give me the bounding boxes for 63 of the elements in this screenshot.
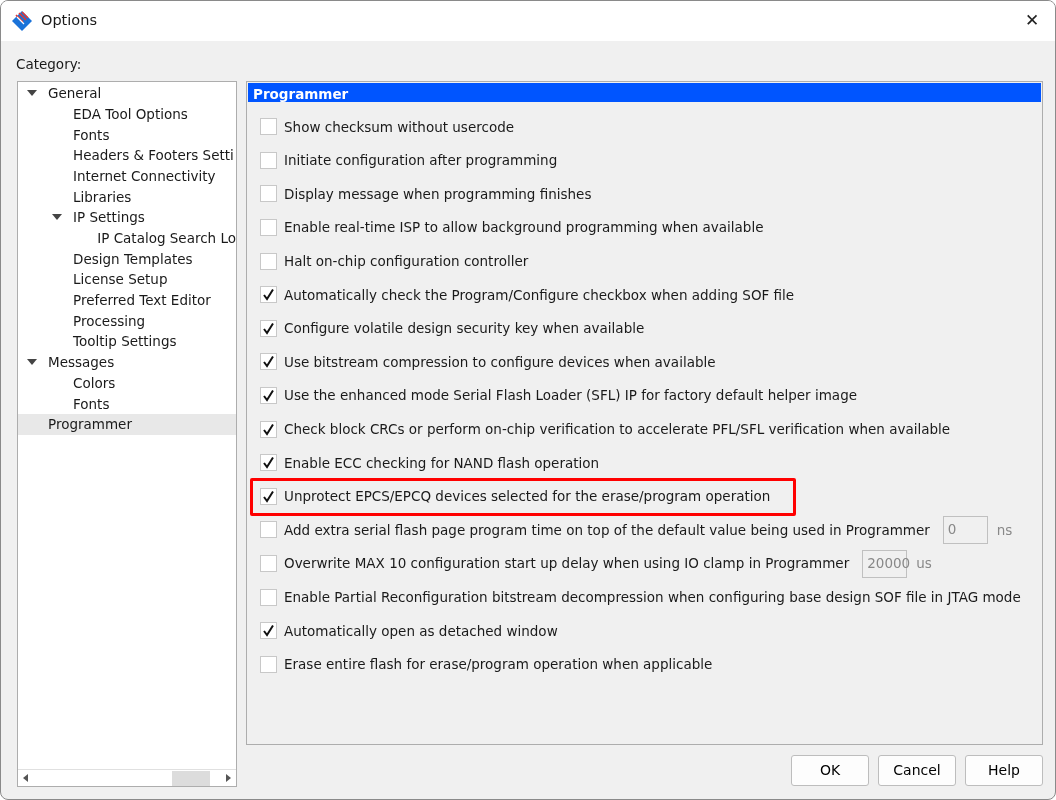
window-title: Options — [41, 11, 97, 31]
checkbox[interactable] — [260, 353, 277, 371]
checkbox[interactable] — [260, 487, 277, 505]
tree-item[interactable]: EDA Tool Options — [18, 103, 236, 125]
checkbox[interactable] — [260, 622, 277, 640]
dialog-button[interactable]: Cancel — [878, 755, 956, 786]
option-label: Initiate configuration after programming — [284, 151, 558, 171]
tree-item[interactable]: Fonts — [18, 393, 236, 414]
checkbox[interactable] — [260, 252, 277, 270]
option-label: Erase entire flash for erase/program operation when applicable — [284, 655, 713, 675]
scrollbar-thumb[interactable] — [172, 770, 210, 786]
option-label: Display message when programming finishes — [284, 184, 592, 204]
option-label: Use the enhanced mode Serial Flash Loader (SFL) IP for factory default helper image — [284, 386, 857, 406]
checkbox[interactable] — [260, 286, 277, 304]
option-label: Automatically open as detached window — [284, 621, 558, 641]
tree-item[interactable]: IP Settings — [73, 207, 145, 228]
option-label: Add extra serial flash page program time on top of the default value being used in Programmer — [284, 520, 930, 540]
dialog-button[interactable]: Help — [965, 755, 1043, 786]
unit-label: us — [916, 554, 932, 574]
option-label: Configure volatile design security key when available — [284, 319, 645, 339]
tree-item[interactable]: Messages — [48, 352, 115, 373]
option-label: Show checksum without usercode — [284, 117, 515, 137]
tree-item[interactable]: Programmer — [18, 414, 236, 435]
checkbox[interactable] — [260, 219, 277, 237]
option-label: Check block CRCs or perform on-chip verification to accelerate PFL/SFL verification when available — [284, 420, 951, 439]
checkbox[interactable] — [260, 151, 277, 169]
checkbox[interactable] — [260, 387, 277, 405]
checkbox[interactable] — [260, 185, 277, 203]
tree-item[interactable]: License Setup — [18, 269, 236, 290]
close-button[interactable]: ✕ — [1009, 1, 1055, 41]
tree-item[interactable]: Libraries — [18, 186, 236, 208]
tree-item[interactable]: Internet Connectivity — [18, 165, 236, 187]
checkbox[interactable] — [260, 521, 277, 539]
tree-item[interactable]: Design Templates — [18, 248, 236, 270]
option-label: Halt on-chip configuration controller — [284, 252, 529, 272]
checkbox[interactable] — [260, 555, 277, 572]
tree-item[interactable]: Headers & Footers Setti — [18, 145, 236, 166]
checkbox[interactable] — [260, 118, 277, 136]
tree-item[interactable]: Colors — [18, 372, 236, 394]
tree-item[interactable]: Fonts — [18, 124, 236, 146]
option-label: Enable ECC checking for NAND flash operation — [284, 453, 600, 473]
checkbox[interactable] — [260, 454, 277, 472]
category-label: Category: — [16, 56, 82, 72]
app-logo-icon — [11, 10, 33, 32]
checkbox[interactable] — [260, 588, 277, 606]
option-label: Automatically check the Program/Configure checkbox when adding SOF file — [284, 285, 795, 305]
tree-item[interactable]: Processing — [18, 310, 236, 332]
panel-header: Programmer — [248, 83, 1041, 102]
tree-item[interactable]: Preferred Text Editor — [18, 289, 236, 311]
dialog-button[interactable]: OK — [791, 755, 869, 786]
checkbox[interactable] — [260, 420, 277, 438]
checkbox[interactable] — [260, 655, 277, 673]
tree-item[interactable]: Tooltip Settings — [18, 331, 236, 352]
checkbox[interactable] — [260, 319, 277, 337]
tree-item[interactable]: General — [48, 83, 102, 104]
tree-item[interactable]: IP Catalog Search Lo — [18, 227, 236, 249]
option-label: Overwrite MAX 10 configuration start up delay when using IO clamp in Programmer — [284, 554, 850, 574]
unit-label: ns — [996, 520, 1013, 540]
horizontal-scrollbar[interactable] — [18, 769, 236, 786]
option-label: Enable real-time ISP to allow background programming when available — [284, 218, 764, 238]
option-label: Use bitstream compression to configure devices when available — [284, 352, 716, 372]
option-label: Enable Partial Reconfiguration bitstream decompression when configuring base design SOF file in JTAG mode — [284, 588, 1021, 607]
option-label: Unprotect EPCS/EPCQ devices selected for the erase/program operation — [284, 487, 771, 507]
